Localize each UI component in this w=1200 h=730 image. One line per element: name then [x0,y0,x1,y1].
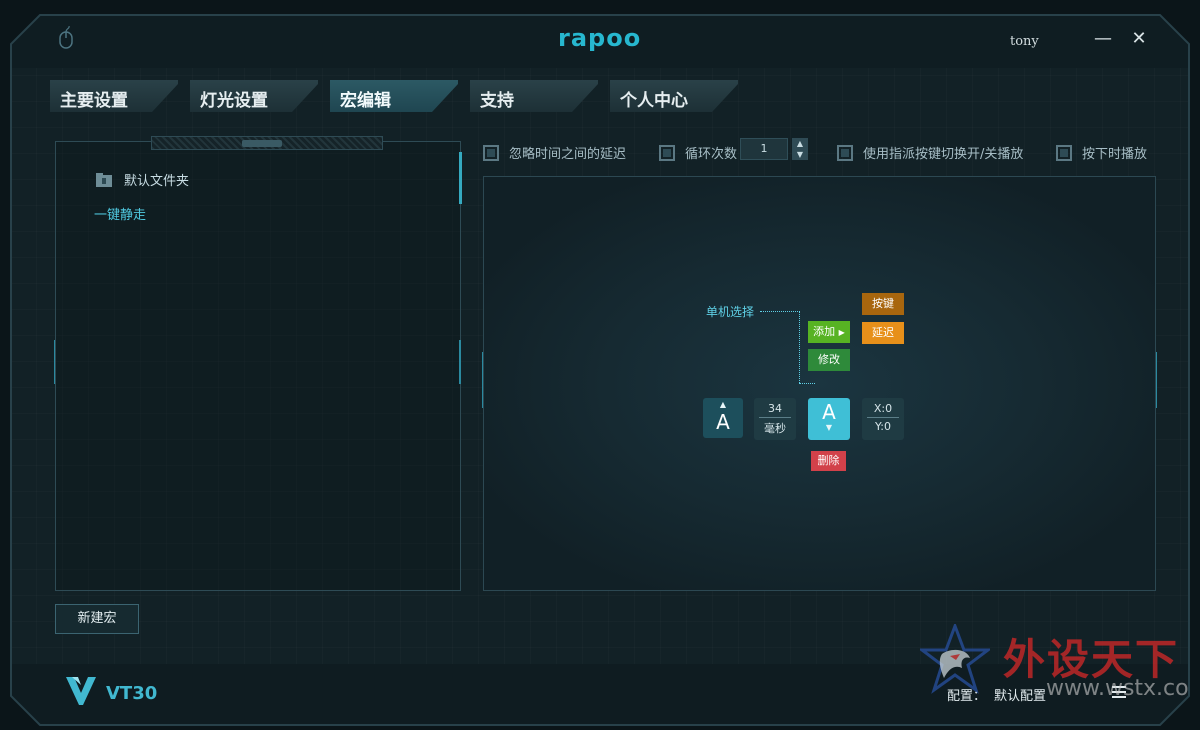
loop-count-checkbox[interactable] [659,144,675,161]
toggle-play-label: 使用指派按键切换开/关播放 [863,147,1024,162]
loop-count-option[interactable]: 循环次数 [659,143,737,162]
panel-header-decoration [151,136,383,150]
tab-support[interactable]: 支持 [470,80,598,112]
vt-logo-icon [66,677,96,705]
tab-macro-editor[interactable]: 宏编辑 [330,80,458,112]
scrollbar[interactable] [459,152,462,204]
y-coordinate: Y:0 [875,420,891,433]
key-release-event-selected[interactable]: A ▼ [808,398,850,440]
left-panel-right-marker [459,340,461,384]
loop-count-label: 循环次数 [685,147,738,162]
watermark-eagle-icon [920,624,990,694]
single-select-label: 单机选择 [706,305,755,319]
toggle-play-option[interactable]: 使用指派按键切换开/关播放 [837,143,1023,162]
delay-value: 34 [768,402,782,415]
key-down-arrow-icon: ▼ [825,423,833,432]
tab-personal-center[interactable]: 个人中心 [610,80,738,112]
tab-main-settings[interactable]: 主要设置 [50,80,178,112]
edit-button[interactable]: 修改 [808,349,850,371]
ignore-delay-option[interactable]: 忽略时间之间的延迟 [483,143,626,162]
loop-count-stepper[interactable]: ▲ ▼ [792,138,808,160]
delay-unit: 毫秒 [764,422,786,435]
play-arrow-icon: ▶ [838,328,845,337]
connector-line [760,311,800,312]
play-on-press-option[interactable]: 按下时播放 [1056,143,1147,162]
play-on-press-checkbox[interactable] [1056,144,1072,161]
new-macro-button[interactable]: 新建宏 [55,604,139,634]
toggle-play-checkbox[interactable] [837,144,853,161]
mouse-icon [59,26,73,49]
rapoo-logo: rapoo [558,24,642,52]
mouse-position-event[interactable]: X:0 Y:0 [862,398,904,440]
delay-button[interactable]: 延迟 [862,322,904,344]
key-up-arrow-icon: ▲ [719,400,727,409]
app-window: rapoo tony — ✕ 主要设置 灯光设置 宏编辑 支持 个人中心 默认文… [10,14,1190,726]
key-release-label: A [822,400,836,424]
folder-icon [96,172,112,187]
tab-lighting-settings[interactable]: 灯光设置 [190,80,318,112]
title-bar: rapoo tony — ✕ [10,14,1190,68]
folder-label: 默认文件夹 [124,174,190,189]
key-press-label: A [716,410,730,434]
watermark-url: www.wstx.com [1046,676,1200,701]
key-button[interactable]: 按键 [862,293,904,315]
loop-count-input[interactable]: 1 [740,138,788,160]
ignore-delay-checkbox[interactable] [483,144,499,161]
delete-button[interactable]: 删除 [811,451,846,471]
username[interactable]: tony [1010,34,1039,49]
connector-line [799,383,815,384]
add-button[interactable]: 添加 ▶ [808,321,850,343]
key-press-event[interactable]: ▲ A [703,398,743,438]
macro-editor-canvas[interactable]: 单机选择 按键 添加 ▶ 延迟 修改 ▲ A 34 毫秒 A ▼ X:0 Y:0… [483,176,1156,591]
macro-list-panel: 默认文件夹 一键静走 [55,136,462,591]
default-folder[interactable]: 默认文件夹 [96,170,189,189]
close-button[interactable]: ✕ [1128,28,1150,50]
connector-line [799,311,800,383]
delay-event[interactable]: 34 毫秒 [754,398,796,440]
stepper-up-icon[interactable]: ▲ [792,138,808,149]
config-value[interactable]: 默认配置 [994,685,1046,704]
minimize-button[interactable]: — [1092,28,1114,50]
stepper-down-icon[interactable]: ▼ [792,149,808,160]
device-model: VT30 [106,683,158,704]
panel-header-notch [242,140,282,147]
macro-list-item[interactable]: 一键静走 [94,204,146,223]
ignore-delay-label: 忽略时间之间的延迟 [509,147,627,162]
play-on-press-label: 按下时播放 [1082,147,1148,162]
x-coordinate: X:0 [873,402,893,415]
add-label: 添加 [813,325,836,338]
